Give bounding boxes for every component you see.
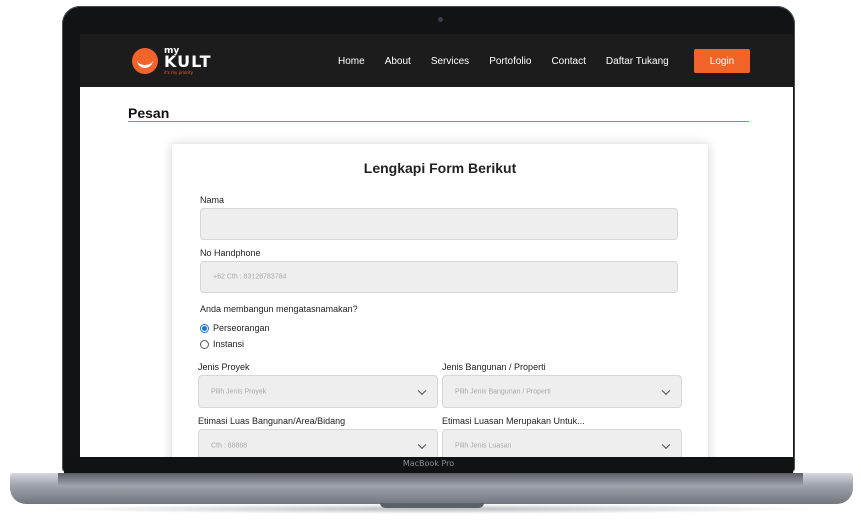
nama-label: Nama <box>200 195 225 205</box>
chevron-down-icon <box>417 440 427 449</box>
nav-services[interactable]: Services <box>431 56 469 67</box>
jenis-bangunan-placeholder: Pilih Jenis Bangunan / Properti <box>455 388 551 395</box>
option-perseorangan-label: Perseorangan <box>213 323 270 333</box>
chevron-down-icon <box>417 386 427 395</box>
order-form-card: Lengkapi Form Berikut Nama No Handphone … <box>172 144 708 457</box>
login-button[interactable]: Login <box>694 49 750 73</box>
jenis-proyek-placeholder: Pilih Jenis Proyek <box>211 388 267 395</box>
nama-input[interactable] <box>200 208 678 240</box>
option-instansi-label: Instansi <box>213 339 245 349</box>
jenis-bangunan-label: Jenis Bangunan / Properti <box>442 362 546 372</box>
camera-icon <box>438 17 443 22</box>
luas-select[interactable]: Cth : 88888 <box>198 429 438 457</box>
luas-label: Etimasi Luas Bangunan/Area/Bidang <box>198 416 346 426</box>
option-perseorangan[interactable]: Perseorangan <box>200 323 270 333</box>
laptop-notch <box>380 503 484 508</box>
nav-contact[interactable]: Contact <box>551 56 585 67</box>
chevron-down-icon <box>661 386 671 395</box>
nav-portofolio[interactable]: Portofolio <box>489 56 531 67</box>
logo-mark-icon <box>132 48 158 74</box>
brand-logo[interactable]: my KULT it's my priority <box>132 46 227 76</box>
luas-placeholder: Cth : 88888 <box>211 442 248 449</box>
jenis-proyek-select[interactable]: Pilih Jenis Proyek <box>198 375 438 408</box>
title-divider <box>128 121 749 122</box>
jenis-proyek-label: Jenis Proyek <box>198 362 250 372</box>
screen: my KULT it's my priority Home About Serv… <box>80 34 793 457</box>
nav-home[interactable]: Home <box>338 56 365 67</box>
nav-daftar-tukang[interactable]: Daftar Tukang <box>606 56 669 67</box>
laptop-keyboard-edge <box>58 473 803 485</box>
radio-selected-icon[interactable] <box>200 323 209 333</box>
chevron-down-icon <box>661 440 671 449</box>
luasan-select[interactable]: Pilih Jenis Luasan <box>442 429 682 457</box>
nav-about[interactable]: About <box>385 56 411 67</box>
device-label: MacBook Pro <box>402 459 455 468</box>
phone-input[interactable]: +62 Cth : 83128783784 <box>200 261 678 293</box>
radio-unselected-icon[interactable] <box>200 339 209 349</box>
option-instansi[interactable]: Instansi <box>200 339 244 349</box>
nav-menu: Home About Services Portofolio Contact D… <box>338 56 669 67</box>
luasan-placeholder: Pilih Jenis Luasan <box>455 442 512 449</box>
logo-tagline: it's my priority <box>164 70 194 75</box>
logo-wordmark: KULT <box>164 52 212 71</box>
luasan-label: Etimasi Luasan Merupakan Untuk... <box>442 416 585 426</box>
navbar: my KULT it's my priority Home About Serv… <box>80 34 793 87</box>
page-title: Pesan <box>128 105 170 121</box>
phone-placeholder: +62 Cth : 83128783784 <box>213 273 287 281</box>
phone-label: No Handphone <box>200 248 261 258</box>
entity-question: Anda membangun mengatasnamakan? <box>200 304 358 314</box>
form-title: Lengkapi Form Berikut <box>363 160 517 176</box>
jenis-bangunan-select[interactable]: Pilih Jenis Bangunan / Properti <box>442 375 682 408</box>
